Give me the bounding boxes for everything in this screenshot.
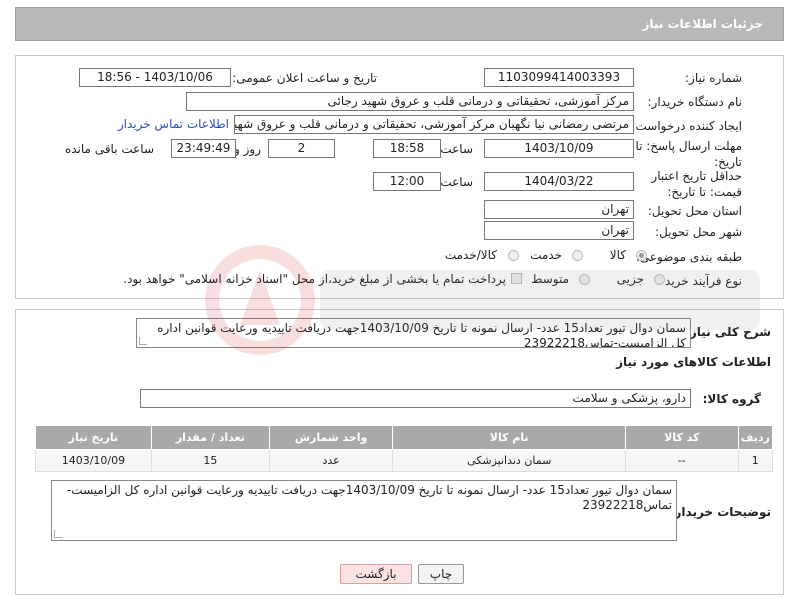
category-service-radio[interactable] <box>572 250 583 261</box>
validity-label: حداقل تاریخ اعتبار قیمت: تا تاریخ: <box>651 169 742 199</box>
cell-row: 1 <box>737 449 773 472</box>
payment-checkbox[interactable] <box>511 273 522 284</box>
process-label: نوع فرآیند خرید : <box>657 274 742 288</box>
category-goods-label: کالا <box>609 248 626 262</box>
deadline-label: مهلت ارسال پاسخ: تا تاریخ: <box>635 139 742 169</box>
announce-label: تاریخ و ساعت اعلان عمومی: <box>232 71 377 85</box>
city-label: شهر محل تحویل: <box>655 225 742 239</box>
cell-qty: 15 <box>150 449 270 472</box>
process-minor-radio[interactable] <box>654 274 665 285</box>
deadline-time-field: 18:58 <box>373 139 441 158</box>
need-number-field: 1103099414003393 <box>484 68 634 87</box>
col-date: تاریخ نیاز <box>35 425 152 450</box>
creator-label: ایجاد کننده درخواست: <box>631 119 742 133</box>
buyer-contact-link[interactable]: اطلاعات تماس خریدار <box>118 117 229 131</box>
creator-field: مرتضی رمضانی نیا نگهبان مرکز آموزشی، تحق… <box>234 115 634 134</box>
description-textarea: سمان دوال تیور تعداد15 عدد- ارسال نمونه … <box>136 318 691 348</box>
col-qty: تعداد / مقدار <box>150 425 270 450</box>
goods-group-field: دارو، پزشکی و سلامت <box>140 389 691 408</box>
remaining-label: ساعت باقی مانده <box>64 142 154 156</box>
category-goods-service-radio[interactable] <box>508 250 519 261</box>
col-code: کد کالا <box>625 425 739 450</box>
goods-section-title: اطلاعات کالاهای مورد نیاز <box>616 355 771 369</box>
resize-grip-icon[interactable] <box>54 530 62 538</box>
col-name: نام کالا <box>392 425 627 450</box>
back-button[interactable]: بازگشت <box>340 564 412 584</box>
table-row: 1 -- سمان دندانپزشکی عدد 15 1403/10/09 <box>35 449 773 472</box>
category-service-label: خدمت <box>530 248 562 262</box>
need-number-label: شماره نیاز: <box>685 71 742 85</box>
process-minor-label: جزیی <box>616 272 644 286</box>
goods-group-label: گروه کالا: <box>702 392 761 406</box>
goods-table-header: ردیف کد کالا نام کالا واحد شمارش تعداد /… <box>35 425 773 450</box>
remaining-time-field: 23:49:49 <box>171 139 236 158</box>
process-medium-label: متوسط <box>531 272 569 286</box>
payment-note: پرداخت تمام یا بخشی از مبلغ خرید،از محل … <box>123 272 506 286</box>
category-goods-service-label: کالا/خدمت <box>444 248 497 262</box>
process-medium-radio[interactable] <box>579 274 590 285</box>
page-header: جزئیات اطلاعات نیاز <box>15 7 784 41</box>
deadline-date-field: 1403/10/09 <box>484 139 634 158</box>
validity-time-field: 12:00 <box>373 172 441 191</box>
buyer-org-label: نام دستگاه خریدار: <box>647 95 743 109</box>
goods-table: ردیف کد کالا نام کالا واحد شمارش تعداد /… <box>35 425 773 472</box>
buyer-notes-text: سمان دوال تیور تعداد15 عدد- ارسال نمونه … <box>66 483 672 512</box>
days-label: روز و <box>234 142 261 156</box>
buyer-org-field: مرکز آموزشی، تحقیقاتی و درمانی قلب و عرو… <box>186 92 634 111</box>
description-label: شرح کلی نیاز: <box>685 325 771 339</box>
description-text: سمان دوال تیور تعداد15 عدد- ارسال نمونه … <box>157 321 686 348</box>
col-unit: واحد شمارش <box>268 425 394 450</box>
city-field: تهران <box>484 221 634 240</box>
announce-field: 1403/10/06 - 18:56 <box>79 68 231 87</box>
print-button[interactable]: چاپ <box>418 564 464 584</box>
category-goods-radio[interactable] <box>636 250 647 261</box>
cell-name: سمان دندانپزشکی <box>392 449 627 472</box>
category-label: طبقه بندی موضوعی: <box>635 250 742 264</box>
validity-time-label: ساعت <box>440 175 473 189</box>
cell-unit: عدد <box>268 449 394 472</box>
province-field: تهران <box>484 200 634 219</box>
col-row: ردیف <box>737 425 773 450</box>
deadline-time-label: ساعت <box>440 142 473 156</box>
buyer-notes-label: توضیحات خریدار: <box>669 505 771 519</box>
page-title: جزئیات اطلاعات نیاز <box>642 17 763 31</box>
province-label: استان محل تحویل: <box>647 204 742 218</box>
resize-grip-icon[interactable] <box>139 337 147 345</box>
buyer-notes-textarea: سمان دوال تیور تعداد15 عدد- ارسال نمونه … <box>51 480 677 541</box>
cell-code: -- <box>625 449 739 472</box>
days-field: 2 <box>268 139 335 158</box>
validity-date-field: 1404/03/22 <box>484 172 634 191</box>
cell-date: 1403/10/09 <box>35 449 152 472</box>
